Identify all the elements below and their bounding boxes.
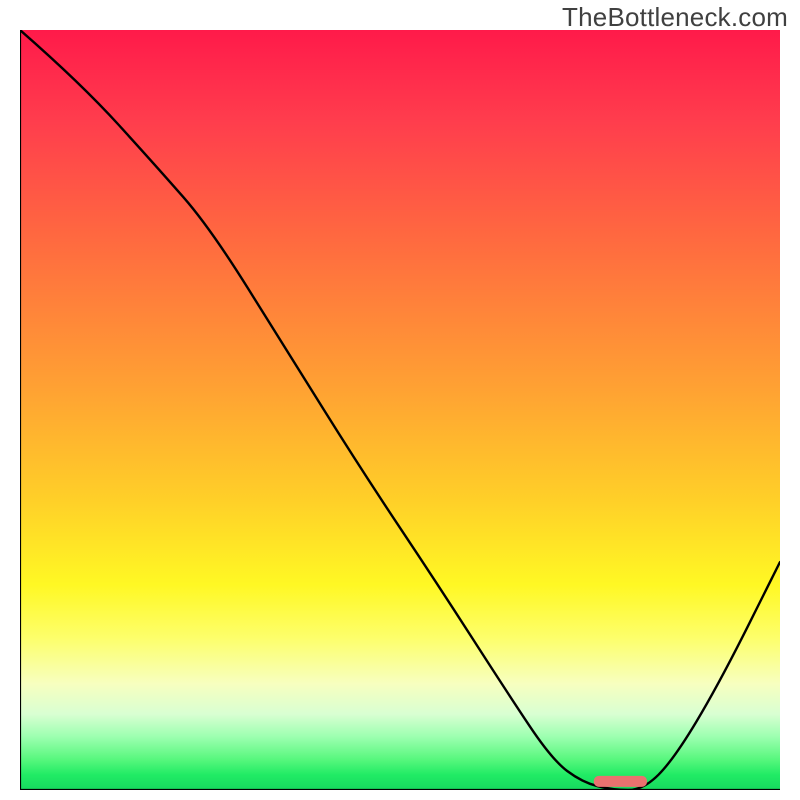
optimum-marker [594, 776, 647, 787]
chart-container: TheBottleneck.com [0, 0, 800, 800]
plot-area [20, 30, 780, 790]
chart-svg [20, 30, 780, 790]
bottleneck-curve [20, 30, 780, 790]
axes [20, 30, 780, 790]
watermark-text: TheBottleneck.com [562, 2, 788, 33]
